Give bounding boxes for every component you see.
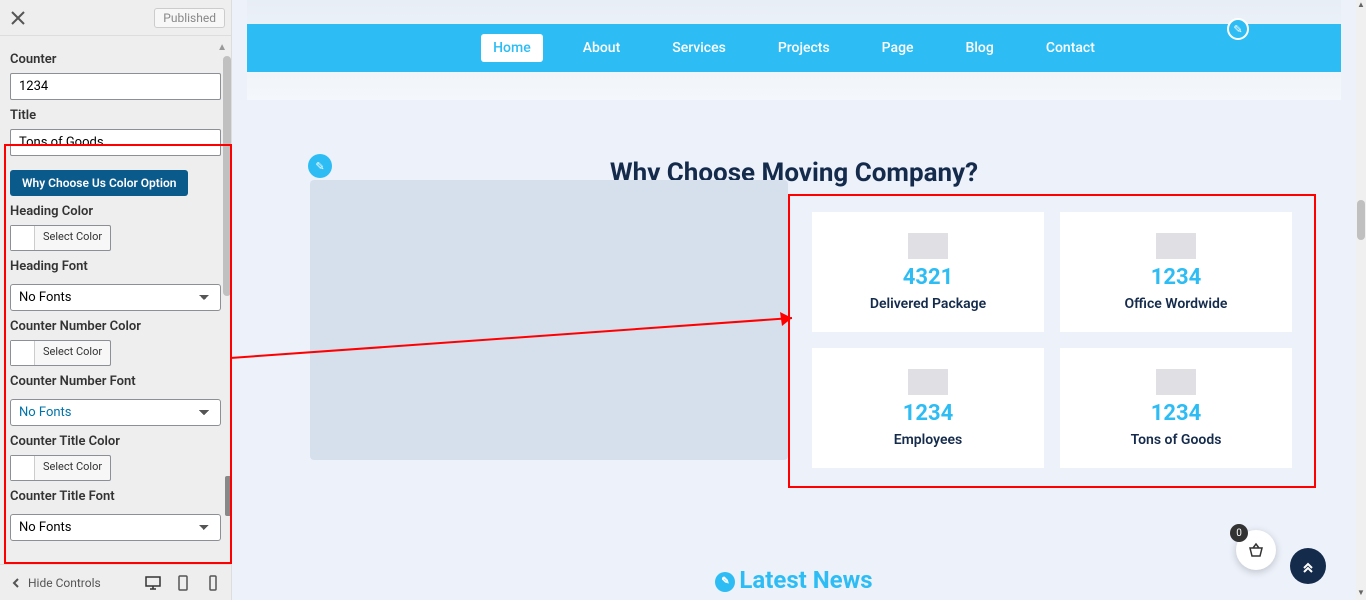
nav-services[interactable]: Services xyxy=(660,34,738,62)
edit-nav-icon[interactable]: ✎ xyxy=(1227,18,1249,40)
counter-value: 4321 xyxy=(903,265,954,290)
device-preview-icons xyxy=(145,575,221,591)
color-option-header: Why Choose Us Color Option xyxy=(10,170,188,196)
color-swatch xyxy=(11,456,35,480)
title-input[interactable] xyxy=(10,129,221,156)
counter-value: 1234 xyxy=(1151,401,1202,426)
counter-title: Tons of Goods xyxy=(1131,432,1222,448)
counter-card: 1234 Tons of Goods xyxy=(1060,348,1292,468)
people-icon xyxy=(908,369,948,395)
counter-label: Counter xyxy=(10,52,221,67)
scrollbar-thumb[interactable] xyxy=(1357,200,1365,240)
section-image-placeholder xyxy=(310,180,788,460)
select-color-text: Select Color xyxy=(35,341,110,365)
counter-title-font-label: Counter Title Font xyxy=(10,489,221,504)
chevron-up-icon xyxy=(1301,559,1315,573)
nav-projects[interactable]: Projects xyxy=(766,34,842,62)
publish-button[interactable]: Published xyxy=(154,8,225,28)
counter-title: Office Wordwide xyxy=(1125,296,1228,312)
scroll-down-arrow[interactable]: ▼ xyxy=(1356,588,1366,600)
collapse-left-icon xyxy=(10,577,22,589)
customizer-sidebar: Published ▲ Counter Title Why Choose Us … xyxy=(0,0,232,600)
title-label: Title xyxy=(10,108,221,123)
counter-value: 1234 xyxy=(1151,265,1202,290)
cart-button[interactable]: 0 xyxy=(1236,530,1276,570)
heading-color-label: Heading Color xyxy=(10,204,221,219)
latest-news-heading: ✎Latest News xyxy=(232,566,1356,594)
counter-title: Delivered Package xyxy=(870,296,986,312)
close-button[interactable] xyxy=(6,6,30,30)
counter-number-font-label: Counter Number Font xyxy=(10,374,221,389)
counter-card: 1234 Office Wordwide xyxy=(1060,212,1292,332)
color-swatch xyxy=(11,341,35,365)
counter-card: 4321 Delivered Package xyxy=(812,212,1044,332)
color-swatch xyxy=(11,226,35,250)
counter-value: 1234 xyxy=(903,401,954,426)
heading-color-picker[interactable]: Select Color xyxy=(10,225,111,251)
basket-icon xyxy=(1247,541,1265,559)
scroll-up-arrow[interactable]: ▲ xyxy=(1356,0,1366,12)
counter-card: 1234 Employees xyxy=(812,348,1044,468)
nav-page[interactable]: Page xyxy=(870,34,926,62)
building-icon xyxy=(1156,233,1196,259)
desktop-icon[interactable] xyxy=(145,575,161,591)
preview-pane: Home About Services Projects Page Blog C… xyxy=(232,0,1356,600)
select-color-text: Select Color xyxy=(35,226,110,250)
heading-font-label: Heading Font xyxy=(10,259,221,274)
counter-title-font-select[interactable]: No Fonts xyxy=(10,514,221,541)
nav-blog[interactable]: Blog xyxy=(954,34,1006,62)
page-scrollbar[interactable]: ▲ ▼ xyxy=(1356,0,1366,600)
counter-title: Employees xyxy=(894,432,963,448)
mobile-icon[interactable] xyxy=(205,575,221,591)
scroll-top-button[interactable] xyxy=(1290,548,1326,584)
nav-about[interactable]: About xyxy=(571,34,633,62)
tablet-icon[interactable] xyxy=(175,575,191,591)
counter-grid: 4321 Delivered Package 1234 Office Wordw… xyxy=(812,212,1292,468)
counter-title-color-picker[interactable]: Select Color xyxy=(10,455,111,481)
boxes-icon xyxy=(1156,369,1196,395)
sidebar-footer: Hide Controls xyxy=(0,564,231,600)
heading-font-select[interactable]: No Fonts xyxy=(10,284,221,311)
counter-number-color-label: Counter Number Color xyxy=(10,319,221,334)
counter-title-color-label: Counter Title Color xyxy=(10,434,221,449)
hide-controls-button[interactable]: Hide Controls xyxy=(10,576,101,590)
cart-count-badge: 0 xyxy=(1230,524,1248,542)
sidebar-body: ▲ Counter Title Why Choose Us Color Opti… xyxy=(0,36,231,564)
scrollbar-thumb[interactable] xyxy=(223,56,231,296)
sidebar-header: Published xyxy=(0,0,231,36)
counter-number-font-select[interactable]: No Fonts xyxy=(10,399,221,426)
counter-input[interactable] xyxy=(10,73,221,100)
close-icon xyxy=(11,11,25,25)
select-color-text: Select Color xyxy=(35,456,110,480)
sidebar-scrollbar[interactable] xyxy=(221,36,231,564)
nav-home[interactable]: Home xyxy=(481,34,543,62)
edit-news-icon[interactable]: ✎ xyxy=(715,572,735,592)
nav-contact[interactable]: Contact xyxy=(1034,34,1107,62)
counter-number-color-picker[interactable]: Select Color xyxy=(10,340,111,366)
main-navbar: Home About Services Projects Page Blog C… xyxy=(247,24,1341,72)
package-icon xyxy=(908,233,948,259)
